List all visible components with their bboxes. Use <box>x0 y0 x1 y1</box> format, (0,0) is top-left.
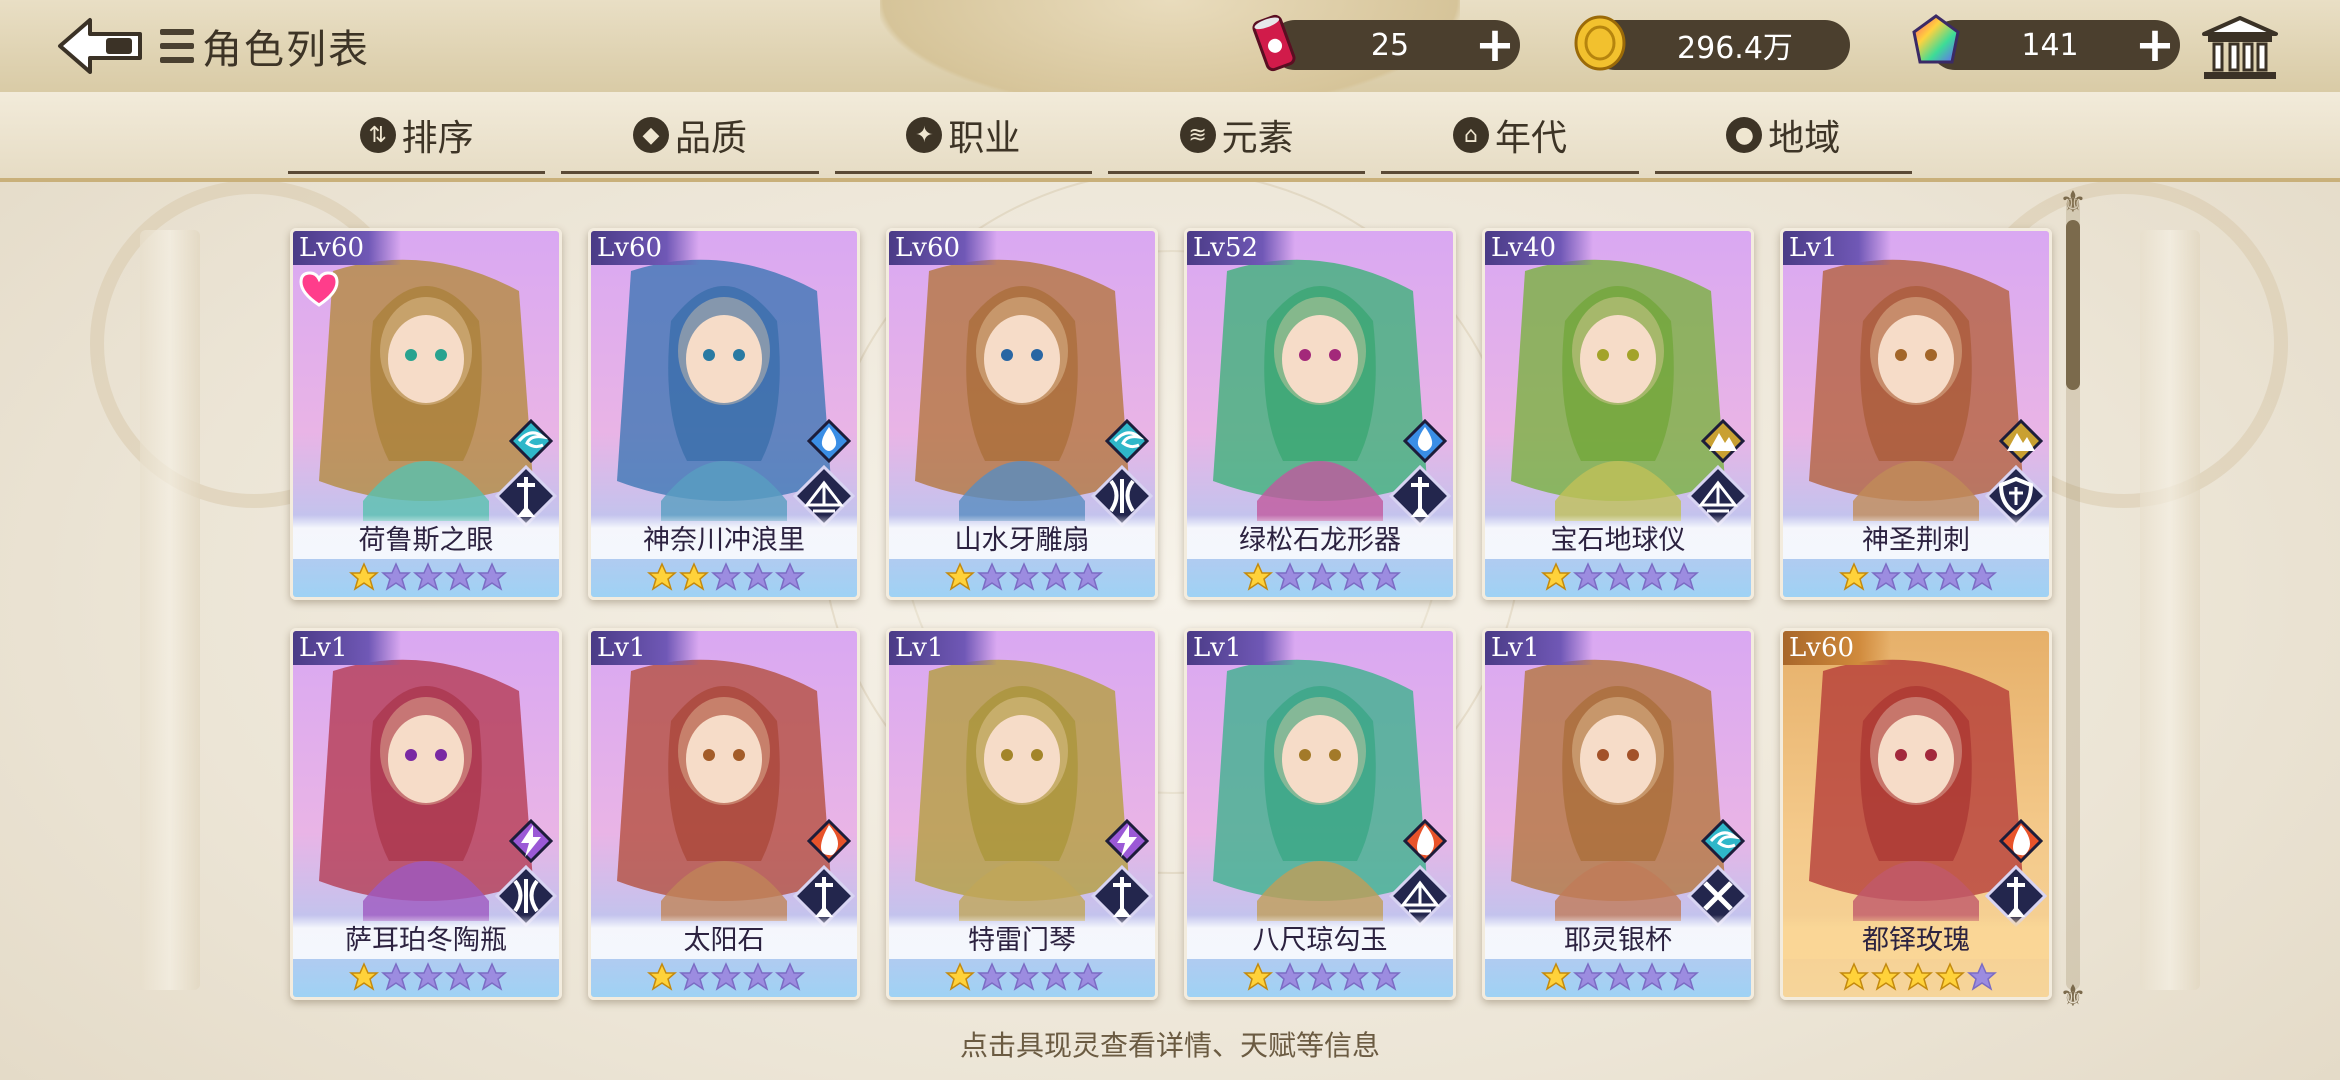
character-card[interactable]: Lv1 神圣荆刺 <box>1780 228 2052 600</box>
card-level: Lv1 <box>591 631 699 665</box>
decorative-pillar-right <box>2140 230 2200 990</box>
star-rating <box>293 557 559 597</box>
filter-tab-label: 排序 <box>401 118 474 159</box>
card-level: Lv60 <box>591 231 699 265</box>
filter-tab-quality-gem[interactable]: ◆ 品质 <box>553 92 826 178</box>
card-name: 特雷门琴 <box>968 925 1076 956</box>
scroll-bottom-ornament: ⚜ <box>2059 979 2087 1014</box>
star-rating <box>889 557 1155 597</box>
card-name: 山水牙雕扇 <box>954 525 1090 556</box>
element-wind-icon <box>1700 818 1746 864</box>
star-rating <box>591 557 857 597</box>
filter-tab-era[interactable]: ⌂ 年代 <box>1373 92 1646 178</box>
card-name: 耶灵银杯 <box>1564 925 1672 956</box>
gold-coin-icon <box>1574 15 1626 71</box>
card-level: Lv60 <box>889 231 997 265</box>
element-water-icon <box>1402 418 1448 464</box>
list-icon <box>160 29 194 63</box>
era-icon: ⌂ <box>1452 117 1489 153</box>
filter-tab-sort[interactable]: ⇅ 排序 <box>280 92 553 178</box>
filter-tabs: ⇅ 排序 ◆ 品质 ✦ 职业 ≋ 元素 ⌂ 年代 ● 地域 <box>280 92 1920 178</box>
card-level: Lv52 <box>1187 231 1295 265</box>
soda-can-icon <box>1252 14 1296 72</box>
filter-tab-profession[interactable]: ✦ 职业 <box>827 92 1100 178</box>
back-arrow-icon <box>58 18 142 74</box>
card-level: Lv60 <box>293 231 401 265</box>
card-level: Lv1 <box>293 631 401 665</box>
card-level: Lv1 <box>889 631 997 665</box>
scrollbar-thumb[interactable] <box>2066 220 2080 390</box>
filter-tab-label: 职业 <box>948 118 1021 159</box>
quality-gem-icon: ◆ <box>632 117 669 153</box>
star-rating <box>293 957 559 997</box>
element-fire-icon <box>1402 818 1448 864</box>
favorite-heart-icon <box>299 271 339 307</box>
element-swirl-icon: ≋ <box>1179 117 1216 153</box>
card-name: 萨耳珀冬陶瓶 <box>345 925 507 956</box>
character-card[interactable]: Lv60 荷鲁斯之眼 <box>290 228 562 600</box>
back-button[interactable] <box>56 14 146 78</box>
decorative-pillar-left <box>140 230 200 990</box>
star-rating <box>889 957 1155 997</box>
card-name: 绿松石龙形器 <box>1239 525 1401 556</box>
star-rating <box>1485 557 1751 597</box>
filter-tab-label: 地域 <box>1768 118 1841 159</box>
footer-hint: 点击具现灵查看详情、天赋等信息 <box>959 1029 1380 1062</box>
location-pin-icon: ● <box>1726 117 1763 153</box>
add-stamina-button[interactable]: + <box>1470 17 1520 73</box>
card-name: 八尺琼勾玉 <box>1252 925 1388 956</box>
character-card[interactable]: Lv60 山水牙雕扇 <box>886 228 1158 600</box>
element-earth-icon <box>1700 418 1746 464</box>
element-wind-icon <box>1104 418 1150 464</box>
element-fire-icon <box>1998 818 2044 864</box>
character-card[interactable]: Lv1 八尺琼勾玉 <box>1184 628 1456 1000</box>
character-card[interactable]: Lv52 绿松石龙形器 <box>1184 228 1456 600</box>
profession-icon: ✦ <box>906 117 943 153</box>
filter-tab-label: 元素 <box>1221 118 1294 159</box>
page-title: 角色列表 <box>202 27 370 73</box>
card-name: 太阳石 <box>683 925 765 956</box>
card-name: 神圣荆刺 <box>1862 525 1970 556</box>
sort-icon: ⇅ <box>359 117 396 153</box>
character-card[interactable]: Lv60 神奈川冲浪里 <box>588 228 860 600</box>
rainbow-gem-icon <box>1912 14 1960 64</box>
card-level: Lv40 <box>1485 231 1593 265</box>
element-thunder-icon <box>508 818 554 864</box>
card-level: Lv1 <box>1485 631 1593 665</box>
star-rating <box>1485 957 1751 997</box>
resource-gem: 141 + <box>1930 17 2180 73</box>
element-fire-icon <box>806 818 852 864</box>
character-card[interactable]: Lv60 都铎玫瑰 <box>1780 628 2052 1000</box>
card-name: 荷鲁斯之眼 <box>358 525 494 556</box>
filter-tab-location-pin[interactable]: ● 地域 <box>1647 92 1920 178</box>
museum-icon <box>2202 16 2278 79</box>
filter-tab-element-swirl[interactable]: ≋ 元素 <box>1100 92 1373 178</box>
star-rating <box>1187 557 1453 597</box>
card-name: 神奈川冲浪里 <box>643 525 805 556</box>
page-title-group: 角色列表 <box>160 20 370 73</box>
star-rating <box>1783 557 2049 597</box>
star-rating <box>1783 957 2049 997</box>
character-card[interactable]: Lv1 萨耳珀冬陶瓶 <box>290 628 562 1000</box>
card-level: Lv60 <box>1783 631 1891 665</box>
star-rating <box>591 957 857 997</box>
filter-tab-label: 年代 <box>1494 118 1567 159</box>
add-gem-button[interactable]: + <box>2130 17 2180 73</box>
character-card[interactable]: Lv1 特雷门琴 <box>886 628 1158 1000</box>
element-water-icon <box>806 418 852 464</box>
character-card[interactable]: Lv1 耶灵银杯 <box>1482 628 1754 1000</box>
card-level: Lv1 <box>1783 231 1891 265</box>
card-name: 都铎玫瑰 <box>1862 925 1970 956</box>
character-card[interactable]: Lv1 太阳石 <box>588 628 860 1000</box>
museum-button[interactable] <box>2200 14 2280 82</box>
star-rating <box>1187 957 1453 997</box>
filter-tab-label: 品质 <box>674 118 747 159</box>
character-card[interactable]: Lv40 宝石地球仪 <box>1482 228 1754 600</box>
resource-stamina: 25 + <box>1270 17 1520 73</box>
element-thunder-icon <box>1104 818 1150 864</box>
element-earth-icon <box>1998 418 2044 464</box>
card-name: 宝石地球仪 <box>1550 525 1686 556</box>
card-level: Lv1 <box>1187 631 1295 665</box>
element-wind-icon <box>508 418 554 464</box>
